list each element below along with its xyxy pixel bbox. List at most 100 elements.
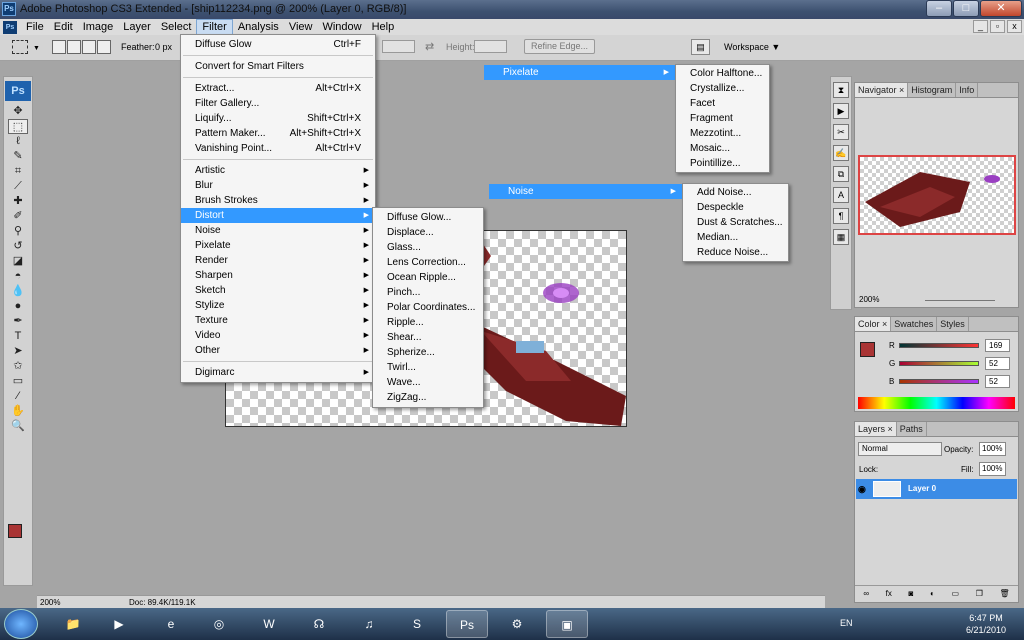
blue-value[interactable]: 52 — [985, 375, 1010, 388]
menu-item-ripple[interactable]: Ripple... — [373, 315, 483, 330]
start-button[interactable] — [4, 609, 38, 639]
green-value[interactable]: 52 — [985, 357, 1010, 370]
menu-item-lens-correction[interactable]: Lens Correction... — [373, 255, 483, 270]
tab-swatches[interactable]: Swatches — [891, 317, 938, 331]
path-selection-tool-icon[interactable]: ➤ — [8, 344, 28, 359]
menu-item-noise[interactable]: Noise ▶ — [181, 223, 375, 238]
tab-info[interactable]: Info — [956, 83, 979, 97]
noise-submenu-parent[interactable]: Noise ▶ — [489, 184, 682, 199]
menu-item-sketch[interactable]: Sketch ▶ — [181, 283, 375, 298]
menu-item-median[interactable]: Median... — [683, 230, 788, 245]
layer-style-icon[interactable]: fx — [886, 589, 892, 598]
layer-name[interactable]: Layer 0 — [908, 484, 936, 493]
tab-styles[interactable]: Styles — [937, 317, 969, 331]
menu-item-texture[interactable]: Texture ▶ — [181, 313, 375, 328]
red-slider[interactable] — [899, 343, 979, 348]
menu-item-ocean-ripple[interactable]: Ocean Ripple... — [373, 270, 483, 285]
feather-input[interactable]: 0 px — [155, 42, 172, 52]
internet-explorer-taskbar-icon[interactable]: e — [150, 610, 192, 638]
menu-item-displace[interactable]: Displace... — [373, 225, 483, 240]
rectangular-marquee-icon[interactable] — [12, 40, 28, 54]
green-slider[interactable] — [899, 361, 979, 366]
doc-restore-button[interactable]: ▫ — [990, 20, 1005, 33]
menu-item-blur[interactable]: Blur ▶ — [181, 178, 375, 193]
skype-taskbar-icon[interactable]: S — [396, 610, 438, 638]
tab-histogram[interactable]: Histogram — [908, 83, 957, 97]
menu-file[interactable]: File — [21, 19, 49, 35]
brushes-panel-icon[interactable]: ✍ — [833, 145, 849, 161]
menu-item-pattern-maker[interactable]: Pattern Maker... Alt+Shift+Ctrl+X — [181, 126, 375, 141]
menu-item-wave[interactable]: Wave... — [373, 375, 483, 390]
zoom-tool-icon[interactable]: 🔍 — [8, 419, 28, 434]
intersect-selection-button[interactable] — [97, 40, 111, 54]
menu-item-other[interactable]: Other ▶ — [181, 343, 375, 358]
clock[interactable]: 6:47 PM 6/21/2010 — [966, 612, 1006, 636]
eraser-tool-icon[interactable]: ◪ — [8, 254, 28, 269]
paint-bucket-tool-icon[interactable]: ◓ — [8, 269, 28, 284]
tool-preset-dropdown-icon[interactable]: ▼ — [33, 45, 40, 52]
type-tool-icon[interactable]: T — [8, 329, 28, 344]
menu-view[interactable]: View — [284, 19, 318, 35]
bridge-icon[interactable]: ▤ — [691, 39, 710, 55]
layer-mask-icon[interactable]: ◙ — [909, 589, 914, 598]
menu-item-pinch[interactable]: Pinch... — [373, 285, 483, 300]
doc-minimize-button[interactable]: _ — [973, 20, 988, 33]
menu-help[interactable]: Help — [367, 19, 400, 35]
firefox-taskbar-icon[interactable]: ◎ — [198, 610, 240, 638]
menu-select[interactable]: Select — [156, 19, 197, 35]
navigator-preview[interactable] — [858, 155, 1016, 235]
menu-item-stylize[interactable]: Stylize ▶ — [181, 298, 375, 313]
workspace-dropdown[interactable]: Workspace ▼ — [724, 42, 780, 52]
menu-item-pointillize[interactable]: Pointillize... — [676, 156, 769, 171]
quick-selection-tool-icon[interactable]: ✎ — [8, 149, 28, 164]
navigator-zoom-slider[interactable] — [925, 300, 995, 301]
menu-item-facet[interactable]: Facet — [676, 96, 769, 111]
visibility-eye-icon[interactable]: ◉ — [858, 484, 866, 495]
blur-tool-icon[interactable]: 💧 — [8, 284, 28, 299]
brush-tool-icon[interactable]: ✐ — [8, 209, 28, 224]
menu-item-sharpen[interactable]: Sharpen ▶ — [181, 268, 375, 283]
close-button[interactable]: ✕ — [980, 0, 1022, 17]
menu-item-color-halftone[interactable]: Color Halftone... — [676, 66, 769, 81]
tab-paths[interactable]: Paths — [897, 422, 927, 436]
itunes-taskbar-icon[interactable]: ♫ — [348, 610, 390, 638]
layer-comps-icon[interactable]: ▦ — [833, 229, 849, 245]
explorer-taskbar-icon[interactable]: 📁 — [52, 610, 94, 638]
menu-item-despeckle[interactable]: Despeckle — [683, 200, 788, 215]
menu-item-digimarc[interactable]: Digimarc ▶ — [181, 365, 375, 380]
menu-item-artistic[interactable]: Artistic ▶ — [181, 163, 375, 178]
marquee-tool-icon[interactable]: ⬚ — [8, 119, 28, 134]
menu-item-spherize[interactable]: Spherize... — [373, 345, 483, 360]
notes-tool-icon[interactable]: ▭ — [8, 374, 28, 389]
menu-item-dust-scratches[interactable]: Dust & Scratches... — [683, 215, 788, 230]
eyedropper-tool-icon[interactable]: ⁄ — [8, 389, 28, 404]
foreground-color-swatch[interactable] — [8, 524, 22, 538]
image-viewer-taskbar-icon[interactable]: ▣ — [546, 610, 588, 638]
menu-item-mosaic[interactable]: Mosaic... — [676, 141, 769, 156]
width-input[interactable] — [382, 40, 415, 53]
menu-item-brush-strokes[interactable]: Brush Strokes ▶ — [181, 193, 375, 208]
language-indicator[interactable]: EN — [840, 618, 853, 628]
menu-item-crystallize[interactable]: Crystallize... — [676, 81, 769, 96]
menu-item-vanishing-point[interactable]: Vanishing Point... Alt+Ctrl+V — [181, 141, 375, 156]
color-foreground-swatch[interactable] — [860, 342, 875, 357]
height-input[interactable] — [474, 40, 507, 53]
headset-taskbar-icon[interactable]: ☊ — [298, 610, 340, 638]
subtract-selection-button[interactable] — [82, 40, 96, 54]
zoom-level[interactable]: 200% — [40, 598, 60, 607]
dodge-tool-icon[interactable]: ● — [8, 299, 28, 314]
navigator-zoom-value[interactable]: 200% — [859, 295, 879, 304]
paragraph-panel-icon[interactable]: ¶ — [833, 208, 849, 224]
move-tool-icon[interactable]: ✥ — [8, 104, 28, 119]
menu-item-mezzotint[interactable]: Mezzotint... — [676, 126, 769, 141]
tab-layers[interactable]: Layers × — [855, 422, 897, 436]
media-player-taskbar-icon[interactable]: ▶ — [98, 610, 140, 638]
add-selection-button[interactable] — [67, 40, 81, 54]
menu-item-render[interactable]: Render ▶ — [181, 253, 375, 268]
opacity-input[interactable]: 100% — [979, 442, 1006, 456]
adjustment-layer-icon[interactable]: ◐ — [930, 589, 935, 598]
crop-tool-icon[interactable]: ⌗ — [8, 164, 28, 179]
shape-tool-icon[interactable]: ✩ — [8, 359, 28, 374]
history-panel-icon[interactable]: ⧗ — [833, 82, 849, 98]
pixelate-submenu-parent[interactable]: Pixelate ▶ — [484, 65, 675, 80]
